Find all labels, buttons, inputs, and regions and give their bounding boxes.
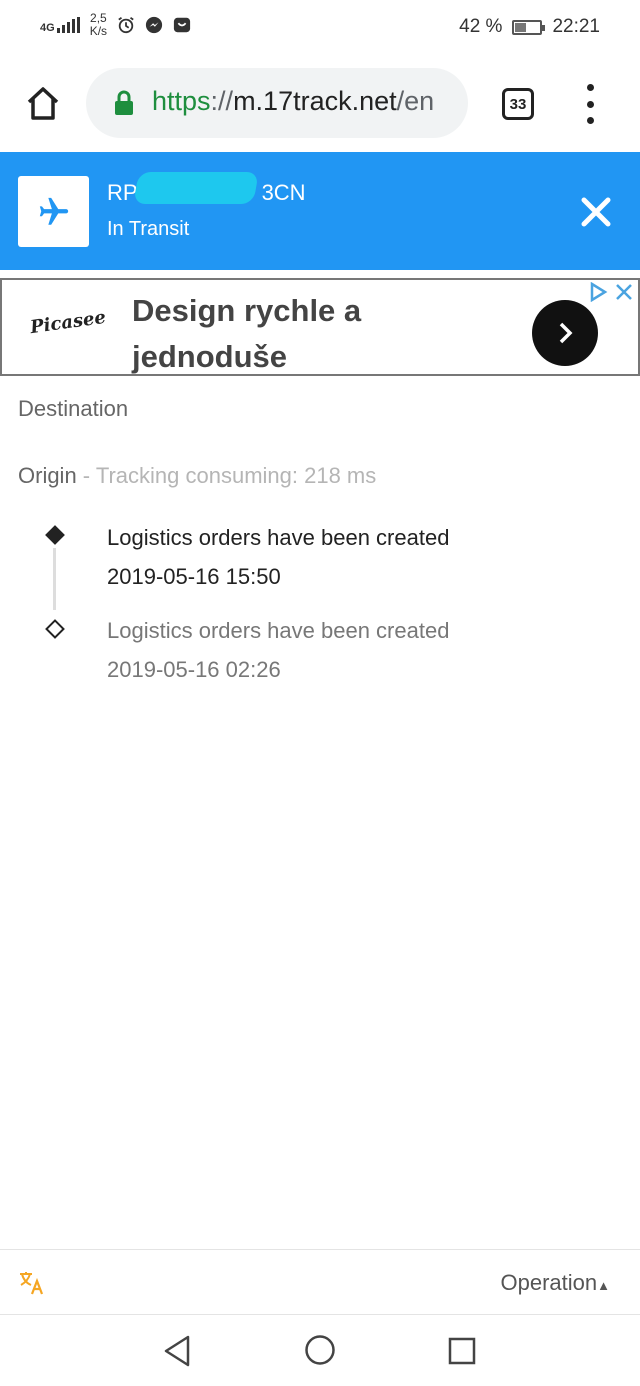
tracking-number-suffix: 3CN [261, 180, 306, 205]
ad-choices-icon[interactable] [588, 282, 608, 302]
tab-switcher-button[interactable]: 33 [502, 88, 534, 120]
event-description: Logistics orders have been created [107, 618, 450, 643]
signal-bars-icon [56, 17, 80, 33]
status-bar-right: 42 % 22:21 [459, 16, 600, 38]
tracking-status: In Transit [107, 218, 190, 240]
ad-banner[interactable]: Picasee Design rychle a jednoduše [0, 278, 640, 376]
ad-logo: Picasee [28, 306, 108, 339]
airplane-icon [39, 197, 68, 225]
ad-close-icon[interactable] [614, 282, 634, 302]
timeline-node-latest [45, 525, 65, 545]
origin-separator: - [76, 463, 96, 488]
battery-percent: 42 % [459, 16, 503, 37]
ad-headline-line2: jednoduše [132, 339, 288, 374]
url-host: m.17track.net [233, 86, 397, 116]
timeline-connector [53, 548, 56, 610]
address-bar[interactable]: https://m.17track.net/en [86, 68, 468, 138]
ad-choices[interactable] [588, 282, 634, 302]
operation-button[interactable]: Operation▲ [501, 1270, 611, 1296]
tracking-header: RP 3CN In Transit [0, 152, 640, 270]
url-separator: :// [210, 86, 234, 116]
battery-icon [512, 19, 546, 35]
lock-icon [115, 90, 133, 115]
event-timestamp: 2019-05-16 02:26 [107, 657, 281, 682]
event-timestamp: 2019-05-16 15:50 [107, 564, 281, 589]
bottom-bar: Operation▲ [0, 1249, 640, 1315]
ad-headline-line1: Design rychle a [132, 293, 362, 328]
alarm-icon [118, 17, 134, 34]
ad-headline: Design rychle a jednoduše [132, 288, 361, 380]
system-nav-bar [0, 1316, 640, 1386]
overflow-menu-icon[interactable] [576, 84, 604, 124]
translate-icon[interactable] [18, 1270, 46, 1296]
destination-label: Destination [18, 396, 129, 421]
tracking-timing: Tracking consuming: 218 ms [95, 463, 377, 488]
origin-row: Origin - Tracking consuming: 218 ms [18, 463, 376, 489]
battery-fill [515, 22, 527, 32]
carrier-badge [18, 176, 89, 247]
event-description: Logistics orders have been created [107, 525, 450, 550]
network-speed-unit: K/s [89, 24, 108, 38]
url-text: https://m.17track.net/en [152, 86, 434, 117]
tracking-event: Logistics orders have been created 2019-… [107, 611, 449, 689]
status-bar-left: 4G 2,5 K/s [40, 12, 191, 38]
status-bar: 4G 2,5 K/s 42 % 22:21 [0, 0, 640, 54]
operation-label: Operation [500, 1270, 598, 1295]
messenger-icon [145, 16, 163, 34]
browser-toolbar: https://m.17track.net/en 33 [0, 54, 640, 152]
origin-label: Origin [18, 463, 77, 488]
notification-app-icon [173, 17, 191, 33]
clock: 22:21 [552, 16, 600, 37]
tracking-event: Logistics orders have been created 2019-… [107, 518, 449, 596]
recent-apps-icon[interactable] [447, 1336, 477, 1366]
tracking-number-prefix: RP [107, 180, 138, 205]
signal-indicator: 4G [40, 17, 80, 34]
network-type-label: 4G [40, 22, 55, 34]
ad-open-button[interactable] [532, 300, 598, 366]
home-icon[interactable] [22, 82, 64, 124]
back-icon[interactable] [162, 1334, 194, 1368]
close-icon[interactable] [578, 194, 614, 230]
redaction-mark [133, 172, 259, 204]
caret-up-icon: ▲ [597, 1278, 610, 1293]
timeline-node [45, 619, 65, 639]
tab-count: 33 [509, 95, 527, 113]
url-path: /en [396, 86, 435, 116]
chevron-right-icon [559, 322, 573, 344]
home-circle-icon[interactable] [304, 1334, 336, 1366]
url-scheme: https [152, 86, 211, 116]
network-speed: 2,5 K/s [90, 12, 107, 38]
